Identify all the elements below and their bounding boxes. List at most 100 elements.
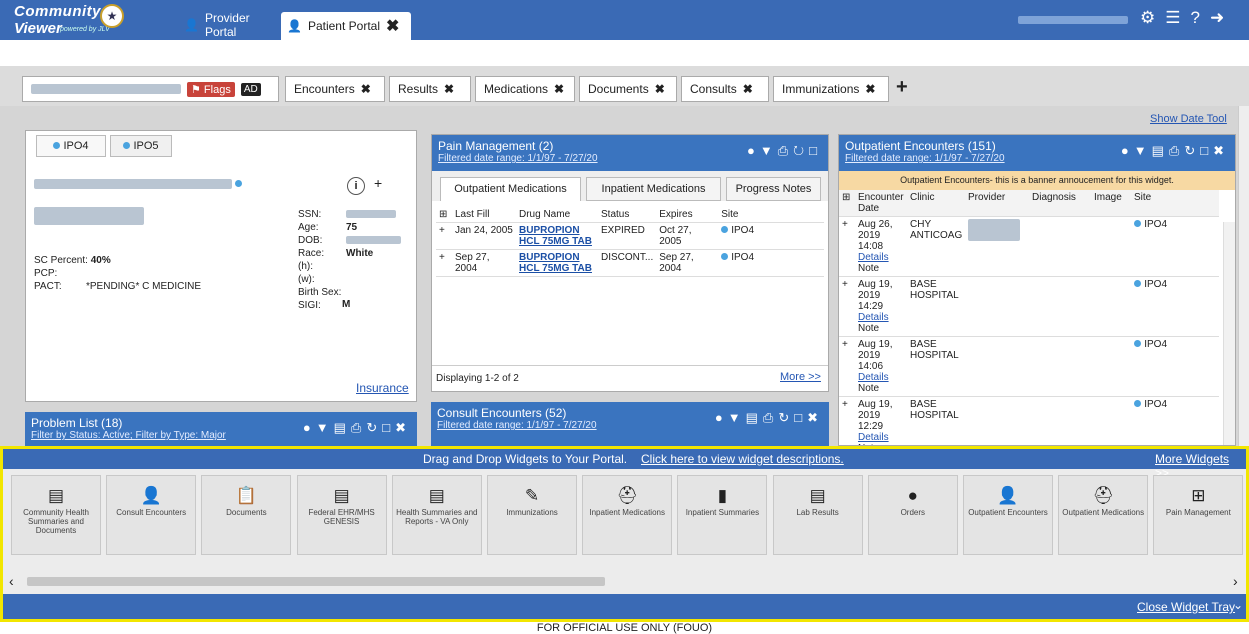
table-row[interactable]: + Sep 27, 2004 BUPROPION HCL 75MG TAB DI… — [436, 250, 824, 277]
widget-tile[interactable]: ▤ Community Health Summaries and Document… — [11, 475, 101, 555]
tab-consults[interactable]: Consults ✖ — [681, 76, 769, 102]
widget-tile[interactable]: ⛑ Inpatient Medications — [582, 475, 673, 555]
expand-icon[interactable]: + — [839, 337, 855, 397]
details-link[interactable]: Details — [858, 252, 889, 263]
col-header[interactable]: Encounter Date — [855, 190, 907, 217]
calendar-icon[interactable]: ▤ — [746, 410, 763, 425]
ad-badge[interactable]: AD — [240, 82, 261, 96]
site-tab-ipo4[interactable]: IPO4 — [36, 135, 106, 157]
close-icon[interactable]: ✖ — [655, 82, 665, 96]
col-header[interactable]: Provider — [965, 190, 1029, 217]
scroll-left-icon[interactable]: ‹ — [9, 573, 14, 589]
table-row[interactable]: + Aug 26, 2019 14:08 Details Note CHY ANTICO… — [839, 217, 1219, 277]
widget-tile[interactable]: ▤ Lab Results — [772, 475, 863, 555]
close-icon[interactable]: ✖ — [1213, 143, 1229, 158]
expand-icon[interactable]: + — [436, 250, 452, 277]
help-icon[interactable]: ? — [1191, 8, 1200, 28]
logout-icon[interactable]: ➜ — [1210, 8, 1224, 28]
close-icon[interactable]: ✖ — [386, 16, 399, 36]
info-icon[interactable]: ● — [303, 420, 316, 435]
info-icon[interactable]: ● — [747, 143, 760, 158]
add-tab-button[interactable]: + — [896, 76, 908, 99]
tab-progress-notes[interactable]: Progress Notes — [726, 177, 821, 201]
scroll-right-icon[interactable]: › — [1233, 573, 1238, 589]
info-icon[interactable]: ● — [1121, 143, 1134, 158]
details-link[interactable]: Details — [858, 372, 889, 383]
refresh-icon[interactable]: ↻ — [793, 143, 809, 158]
expand-icon[interactable]: + — [839, 277, 855, 337]
close-icon[interactable]: ✖ — [361, 82, 371, 96]
widget-tile[interactable]: ▤ Federal EHR/MHS GENESIS — [296, 475, 387, 555]
expand-all-icon[interactable]: ⊞ — [839, 190, 855, 217]
col-header[interactable]: Status — [598, 207, 656, 223]
tab-documents[interactable]: Documents ✖ — [579, 76, 677, 102]
print-icon[interactable]: ⎙ — [351, 420, 366, 435]
calendar-icon[interactable]: ▤ — [1152, 143, 1169, 158]
tab-encounters[interactable]: Encounters ✖ — [285, 76, 385, 102]
tab-patient-portal[interactable]: 👤 Patient Portal ✖ — [281, 12, 411, 40]
tab-results[interactable]: Results ✖ — [389, 76, 471, 102]
filter-icon[interactable]: ▼ — [1134, 143, 1152, 158]
filter-icon[interactable]: ▼ — [728, 410, 746, 425]
widget-tile[interactable]: ● Orders — [867, 475, 958, 555]
portal-scrollbar[interactable] — [1238, 106, 1249, 446]
widget-tile[interactable]: ✎ Immunizations — [487, 475, 577, 555]
col-header[interactable]: Drug Name — [516, 207, 598, 223]
show-date-tool-link[interactable]: Show Date Tool — [1150, 113, 1227, 125]
list-icon[interactable]: ☰ — [1165, 8, 1180, 28]
table-row[interactable]: + Aug 19, 2019 14:06 Details Note BASE HOSPI… — [839, 337, 1219, 397]
print-icon[interactable]: ⎙ — [763, 410, 778, 425]
details-link[interactable]: Details — [858, 312, 889, 323]
widget-descriptions-link[interactable]: Click here to view widget descriptions. — [641, 452, 844, 466]
print-icon[interactable]: ⎙ — [1169, 143, 1184, 158]
filter-icon[interactable]: ▼ — [760, 143, 778, 158]
close-icon[interactable]: ✖ — [807, 410, 823, 425]
col-header[interactable]: Site — [1131, 190, 1219, 217]
refresh-icon[interactable]: ↻ — [1184, 143, 1200, 158]
col-header[interactable]: Last Fill — [452, 207, 516, 223]
info-icon[interactable]: i — [347, 177, 365, 195]
refresh-icon[interactable]: ↻ — [778, 410, 794, 425]
col-header[interactable]: Clinic — [907, 190, 965, 217]
drug-link[interactable]: BUPROPION HCL 75MG TAB — [516, 223, 598, 250]
chevron-down-icon[interactable]: ⌄ — [1233, 598, 1243, 612]
site-tab-ipo5[interactable]: IPO5 — [110, 135, 172, 157]
add-icon[interactable]: + — [374, 175, 382, 191]
expand-icon[interactable]: □ — [382, 420, 395, 435]
refresh-icon[interactable]: ↻ — [366, 420, 382, 435]
table-row[interactable]: +Aug 19, 201912:29Details NoteBASE HOSPI… — [839, 397, 1219, 445]
table-row[interactable]: + Aug 19, 2019 14:29 Details Note BASE HOSPI… — [839, 277, 1219, 337]
tab-medications[interactable]: Medications ✖ — [475, 76, 575, 102]
widget-tile[interactable]: 👤 Outpatient Encounters — [963, 475, 1053, 555]
widget-tile[interactable]: 📋 Documents — [201, 475, 292, 555]
col-header[interactable]: Diagnosis — [1029, 190, 1091, 217]
drug-link[interactable]: BUPROPION HCL 75MG TAB — [516, 250, 598, 277]
close-icon[interactable]: ✖ — [865, 82, 875, 96]
tray-scrollbar-thumb[interactable] — [27, 577, 605, 586]
widget-tile[interactable]: ⊞ Pain Management — [1153, 475, 1244, 555]
calendar-icon[interactable]: ▤ — [334, 420, 351, 435]
col-header[interactable]: Expires — [656, 207, 718, 223]
gear-icon[interactable]: ⚙ — [1140, 8, 1155, 28]
close-icon[interactable]: ✖ — [743, 82, 753, 96]
flags-button[interactable]: ⚑ Flags — [187, 81, 235, 97]
col-header[interactable]: Image — [1091, 190, 1131, 217]
tab-provider-portal[interactable]: 👤 Provider Portal — [178, 10, 278, 40]
close-icon[interactable]: ✖ — [444, 82, 454, 96]
expand-icon[interactable]: □ — [794, 410, 807, 425]
table-scrollbar[interactable] — [1223, 222, 1235, 445]
more-link[interactable]: More >> — [780, 371, 821, 383]
info-icon[interactable]: ● — [715, 410, 728, 425]
tab-outpatient-medications[interactable]: Outpatient Medications — [440, 177, 581, 201]
close-icon[interactable]: ✖ — [554, 82, 564, 96]
print-icon[interactable]: ⎙ — [778, 143, 793, 158]
insurance-link[interactable]: Insurance — [356, 381, 409, 395]
table-row[interactable]: + Jan 24, 2005 BUPROPION HCL 75MG TAB EX… — [436, 223, 824, 250]
widget-tile[interactable]: ⛑ Outpatient Medications — [1058, 475, 1149, 555]
col-header[interactable]: Site — [718, 207, 824, 223]
expand-icon[interactable]: □ — [1200, 143, 1213, 158]
expand-all-icon[interactable]: ⊞ — [436, 207, 452, 223]
widget-tile[interactable]: ▮ Inpatient Summaries — [677, 475, 768, 555]
tab-inpatient-medications[interactable]: Inpatient Medications — [586, 177, 721, 201]
widget-tile[interactable]: ▤ Health Summaries and Reports - VA Only — [391, 475, 482, 555]
